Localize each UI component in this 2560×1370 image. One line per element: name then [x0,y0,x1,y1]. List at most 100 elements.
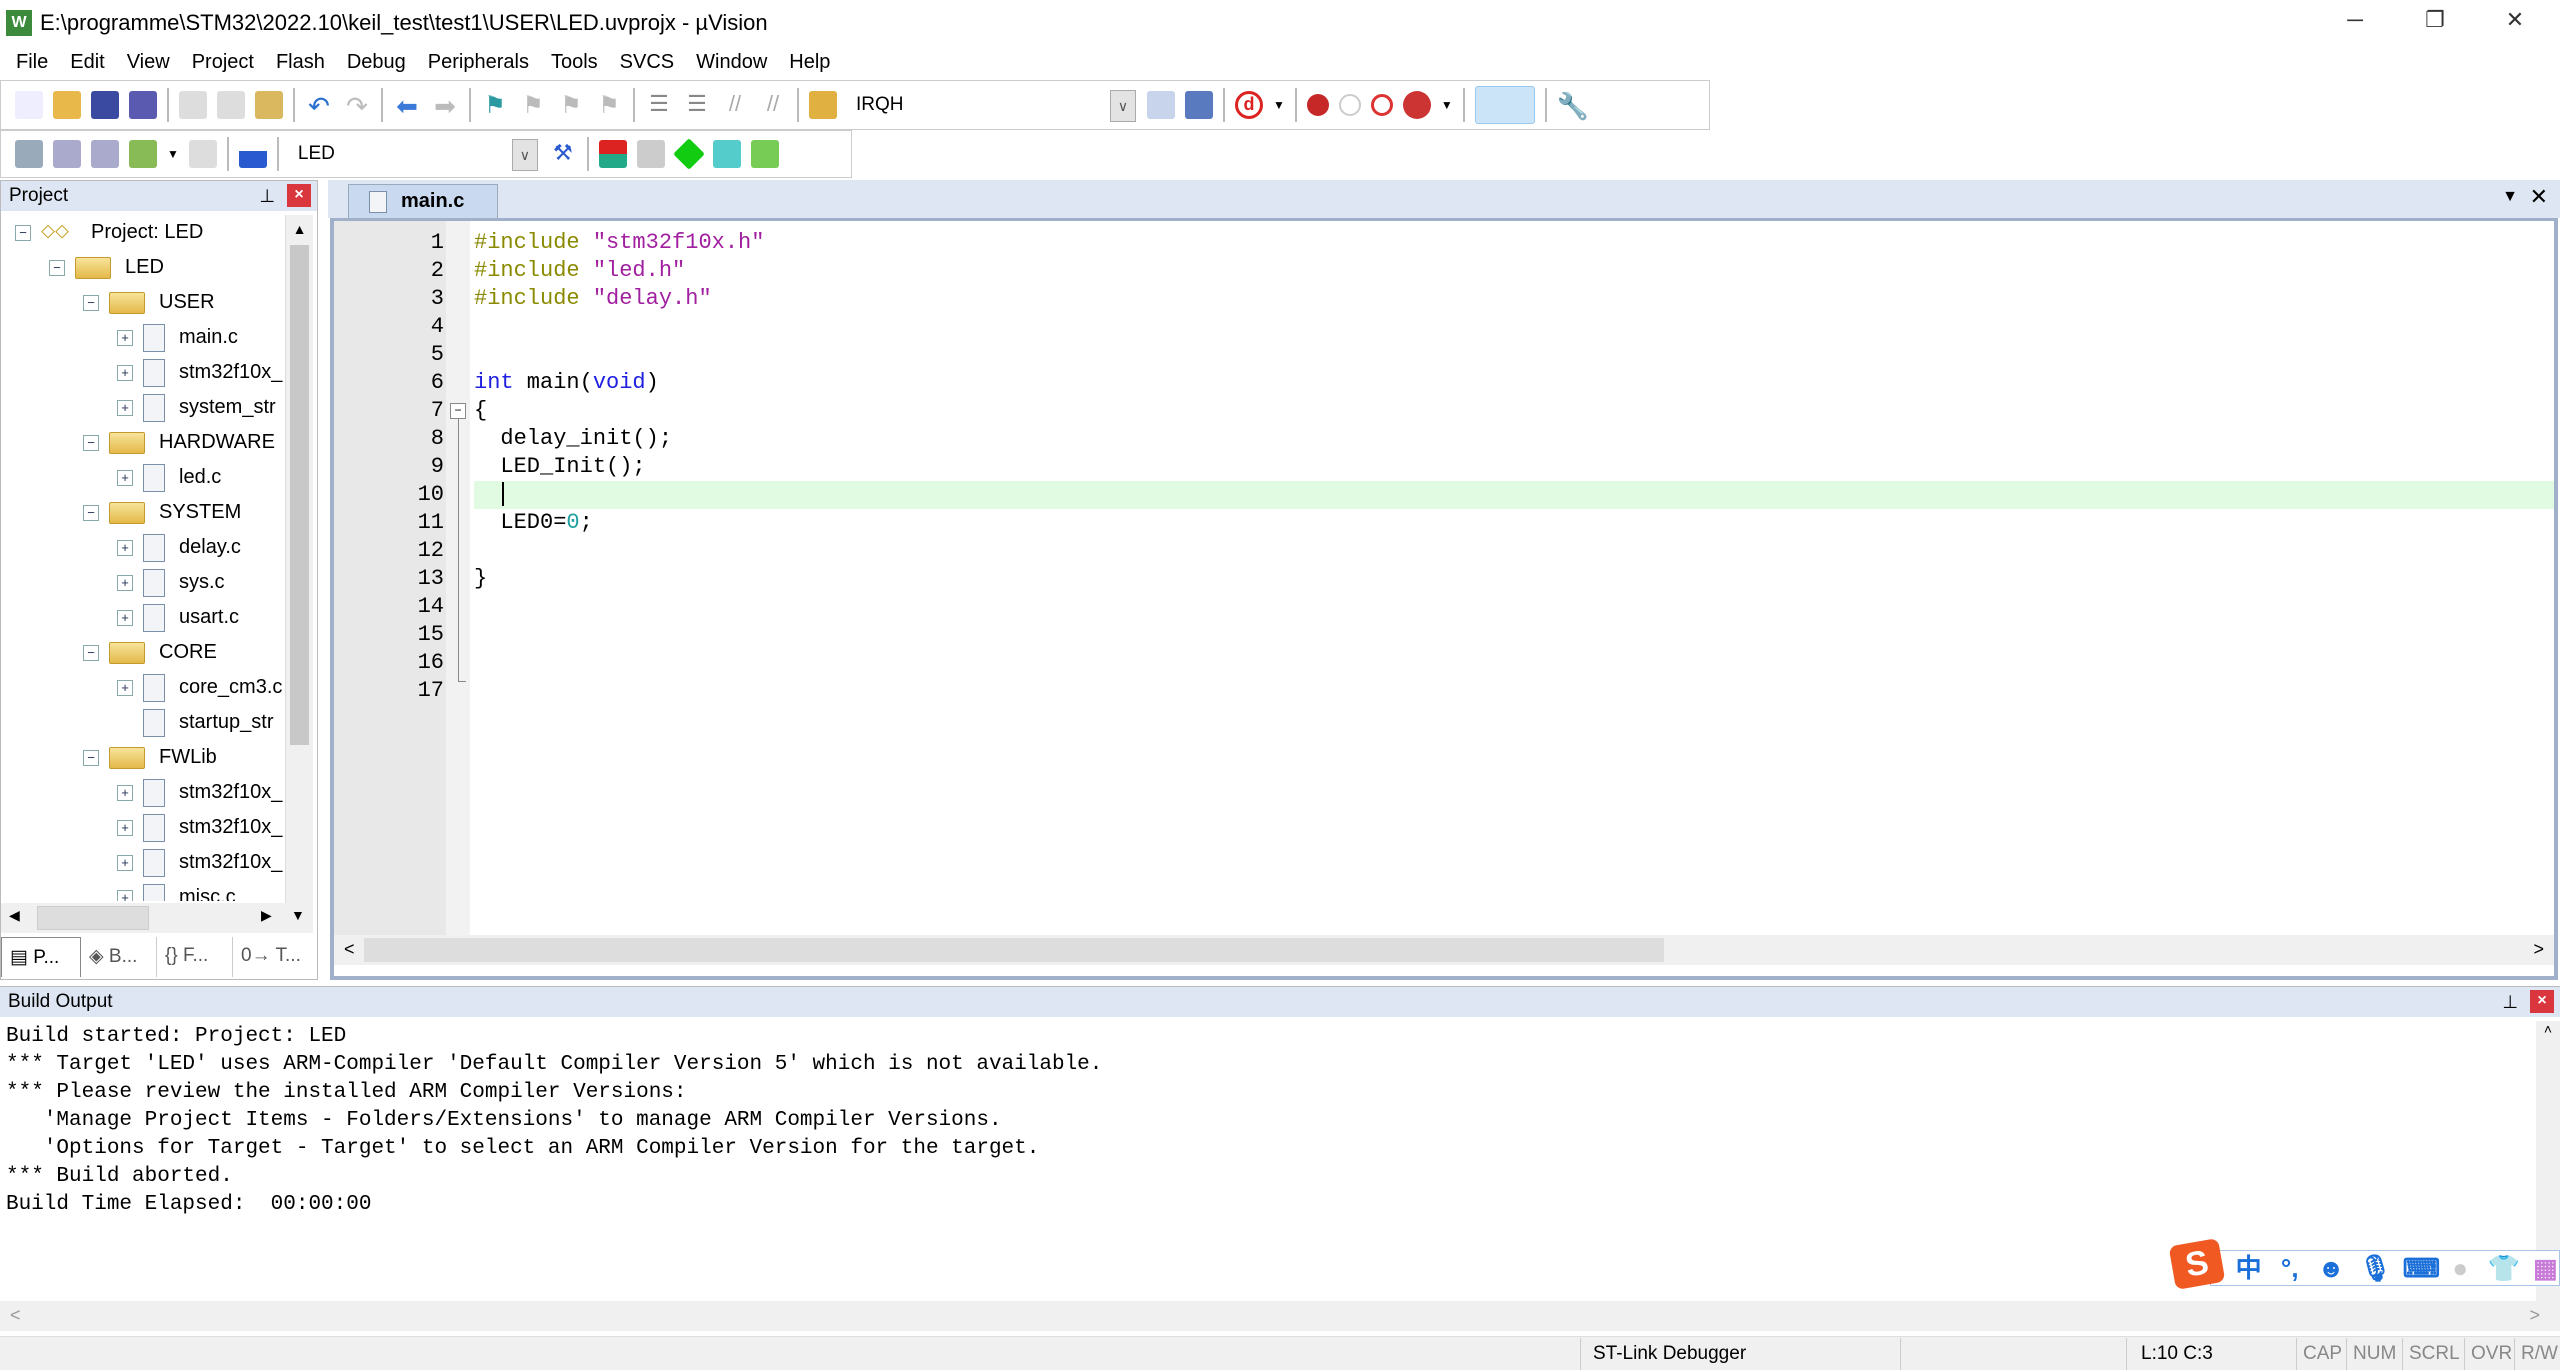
find-icon[interactable] [1147,91,1175,119]
pin-icon[interactable]: ⊥ [2502,987,2518,1017]
kill-breakpoints-icon[interactable] [1402,91,1431,119]
close-window-button[interactable]: ✕ [2480,0,2550,40]
code-line[interactable]: LED0=0; [474,509,2554,537]
code-line[interactable]: #include "led.h" [474,257,2554,285]
navigate-forward-icon[interactable]: ➡ [431,91,459,121]
code-line[interactable]: LED_Init(); [474,453,2554,481]
clear-bookmarks-icon[interactable]: ⚑ [595,91,623,119]
scroll-left-icon[interactable]: < [344,939,355,960]
tree-item[interactable]: − HARDWARE [83,425,275,460]
menu-tools[interactable]: Tools [543,51,612,74]
scroll-right-icon[interactable]: > [2529,1305,2540,1326]
tab-templates[interactable]: 0→ T... [233,937,313,977]
tree-item[interactable]: + sys.c [117,565,225,600]
save-icon[interactable] [91,91,119,119]
tree-item[interactable]: startup_str [117,705,273,740]
menu-peripherals[interactable]: Peripherals [420,51,543,74]
expand-icon[interactable]: + [117,609,133,626]
tree-item[interactable]: − FWLib [83,740,217,775]
expand-icon[interactable]: + [117,469,133,486]
tree-item[interactable]: + core_cm3.c [117,670,282,705]
tab-functions[interactable]: {} F... [157,937,233,977]
find-combo[interactable]: IRQH ∨ [847,89,1137,122]
code-line[interactable] [474,677,2554,705]
close-panel-icon[interactable]: × [2530,990,2554,1013]
pack-installer-icon[interactable] [712,140,741,168]
rebuild-icon[interactable] [91,140,119,168]
code-line[interactable] [474,481,2554,509]
scroll-right-icon[interactable]: > [2533,939,2544,960]
tree-item[interactable]: − LED [49,250,164,285]
expand-icon[interactable]: + [117,399,133,416]
close-panel-icon[interactable]: × [287,184,311,207]
scroll-right-icon[interactable]: ▶ [261,907,272,924]
sogou-logo-icon[interactable]: S [2168,1237,2226,1291]
stop-build-icon[interactable] [188,140,217,168]
menu-flash[interactable]: Flash [268,51,339,74]
tree-item[interactable]: + system_str [117,390,276,425]
insert-breakpoint-icon[interactable] [1306,94,1329,116]
close-tab-icon[interactable]: ✕ [2530,184,2548,210]
code-line[interactable]: #include "delay.h" [474,285,2554,313]
code-line[interactable]: int main(void) [474,369,2554,397]
manage-project-items-icon[interactable] [598,140,627,168]
collapse-icon[interactable]: − [15,224,31,241]
ime-punctuation-toggle[interactable]: °, [2276,1253,2303,1283]
tree-item[interactable]: + stm32f10x_ [117,810,282,845]
emoji-icon[interactable]: ☻ [2317,1253,2344,1283]
chevron-down-icon[interactable]: ▼ [1273,98,1285,112]
chevron-down-icon[interactable]: ▼ [167,147,179,161]
keyboard-icon[interactable]: ⌨ [2403,1253,2441,1283]
tree-item[interactable]: + main.c [117,320,238,355]
expand-icon[interactable]: + [117,889,133,901]
pin-icon[interactable]: ⊥ [259,181,275,211]
chevron-down-icon[interactable]: ▼ [1441,98,1453,112]
expand-icon[interactable]: + [117,819,133,836]
navigate-back-icon[interactable]: ⬅ [393,91,421,121]
menu-file[interactable]: File [8,51,62,74]
tree-item[interactable]: + led.c [117,460,221,495]
code-line[interactable]: } [474,565,2554,593]
scroll-up-icon[interactable]: ▲ [286,215,313,243]
code-line[interactable] [474,313,2554,341]
tree-item[interactable]: − CORE [83,635,217,670]
code-line[interactable] [474,593,2554,621]
menu-project[interactable]: Project [184,51,268,74]
output-horizontal-scrollbar[interactable]: < > [0,1301,2560,1331]
comment-icon[interactable]: // [721,91,749,119]
disable-breakpoints-icon[interactable] [1370,94,1393,116]
cut-icon[interactable] [179,91,207,119]
debug-session-icon[interactable]: d [1235,91,1263,119]
translate-icon[interactable] [15,140,43,168]
fold-collapse-icon[interactable]: − [450,403,466,419]
scroll-thumb[interactable] [290,245,309,745]
menu-window[interactable]: Window [688,51,781,74]
code-text-area[interactable]: #include "stm32f10x.h" #include "led.h" #i… [474,221,2554,935]
open-file-icon[interactable] [53,91,81,119]
expand-icon[interactable]: + [117,364,133,381]
scroll-thumb[interactable] [364,938,1664,962]
next-bookmark-icon[interactable]: ⚑ [557,91,585,119]
menu-view[interactable]: View [119,51,184,74]
bookmark-icon[interactable]: ⚑ [481,91,509,119]
skin-shirt-icon[interactable]: 👕 [2488,1253,2520,1283]
menu-edit[interactable]: Edit [62,51,118,74]
expand-icon[interactable]: + [117,679,133,696]
code-line[interactable] [474,537,2554,565]
window-layout-icon[interactable] [1474,86,1535,124]
scroll-left-icon[interactable]: < [10,1305,21,1326]
unindent-icon[interactable]: ☰ [683,91,711,119]
ime-language-toggle[interactable]: 中 [2235,1253,2262,1283]
tree-item[interactable]: − SYSTEM [83,495,241,530]
options-for-target-icon[interactable]: ⚒ [549,140,577,168]
expand-icon[interactable]: + [117,784,133,801]
collapse-icon[interactable]: − [83,749,99,766]
tree-item[interactable]: + stm32f10x_ [117,775,282,810]
scroll-down-icon[interactable]: ▼ [291,907,305,923]
toolbox-icon[interactable]: ▦ [2532,1253,2559,1283]
microphone-icon[interactable]: 🎙 [2359,1253,2392,1283]
undo-icon[interactable]: ↶ [305,91,333,121]
indent-icon[interactable]: ☰ [645,91,673,119]
code-line[interactable]: { [474,397,2554,425]
scroll-up-icon[interactable]: ˄ [2536,1021,2560,1037]
